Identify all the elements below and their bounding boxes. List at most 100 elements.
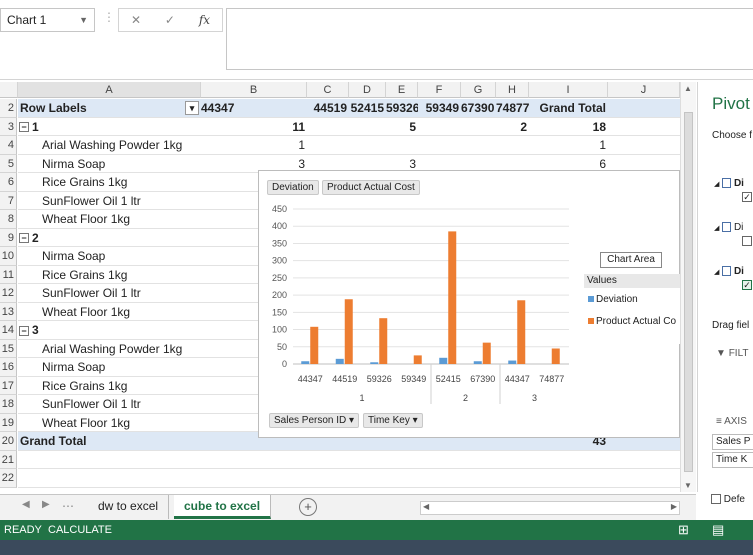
collapse-icon[interactable]: ◢ [714,225,719,232]
cell-g[interactable] [461,469,496,487]
cell-a[interactable]: SunFlower Oil 1 ltr [18,284,201,302]
cell-a[interactable]: Row Labels ▾ [18,99,201,117]
cell-h[interactable]: 2 [496,118,529,136]
cell-a[interactable]: Arial Washing Powder 1kg [18,136,201,154]
cell-e[interactable] [386,469,418,487]
cell-f[interactable] [418,118,461,136]
cell-c[interactable]: 44519 [307,99,349,117]
cell-a[interactable]: Wheat Floor 1kg [18,414,201,432]
scroll-thumb[interactable] [684,112,693,472]
cell-a[interactable]: Grand Total [18,432,201,450]
field-row-1[interactable]: ◢ Di [714,178,744,189]
tab-dw-to-excel[interactable]: dw to excel [88,495,170,519]
row-header[interactable]: 16 [0,358,17,377]
cell-i[interactable]: 18 [529,118,608,136]
cell-a[interactable]: Wheat Floor 1kg [18,210,201,228]
column-header-b[interactable]: B [201,82,307,98]
column-header-i[interactable]: I [529,82,608,98]
field-checkbox-3[interactable]: ✓ [742,280,752,290]
row-header[interactable]: 4 [0,136,17,155]
column-header-f[interactable]: F [418,82,461,98]
cell-d[interactable] [349,451,386,469]
cell-a[interactable]: Rice Grains 1kg [18,377,201,395]
scroll-down-icon[interactable]: ▼ [684,481,692,490]
cell-d[interactable] [349,136,386,154]
cell-c[interactable] [307,118,349,136]
normal-view-icon[interactable]: ⊞ [678,520,689,540]
cell-h[interactable] [496,451,529,469]
row-header[interactable]: 18 [0,395,17,414]
row-header[interactable]: 20 [0,432,17,451]
defer-checkbox[interactable] [711,494,721,505]
field-row-2[interactable]: ◢ Di [714,222,743,233]
collapse-button-icon[interactable]: − [19,325,29,336]
row-header[interactable]: 8 [0,210,17,229]
cell-e[interactable] [386,451,418,469]
add-sheet-button[interactable]: + [299,498,317,516]
cell-h[interactable] [496,136,529,154]
vertical-scrollbar[interactable]: ▲ ▼ [680,82,696,492]
cell-c[interactable] [307,451,349,469]
row-header[interactable]: 9 [0,228,17,247]
row-header[interactable]: 2 [0,99,17,118]
name-box-dropdown-icon[interactable]: ▼ [79,9,88,31]
cell-a[interactable]: Nirma Soap [18,358,201,376]
axis-item-2[interactable]: Time K [712,452,753,468]
column-header-c[interactable]: C [307,82,349,98]
cell-a[interactable]: −3 [18,321,201,339]
cell-a[interactable]: Arial Washing Powder 1kg [18,340,201,358]
row-header[interactable]: 13 [0,302,17,321]
cell-b[interactable] [201,451,307,469]
status-calculate[interactable]: CALCULATE [48,520,112,540]
cell-a[interactable]: Rice Grains 1kg [18,173,201,191]
cell-b[interactable]: 44347 [201,99,307,117]
cell-a[interactable]: Nirma Soap [18,155,201,173]
field-checkbox-1[interactable]: ✓ [742,192,752,202]
cell-b[interactable]: 1 [201,136,307,154]
cell-c[interactable] [307,469,349,487]
chart-axis-field-button[interactable]: Sales Person ID ▾ [269,413,360,428]
cell-a[interactable]: SunFlower Oil 1 ltr [18,192,201,210]
collapse-icon[interactable]: ◢ [714,181,719,188]
cell-b[interactable] [201,469,307,487]
column-header-j[interactable]: J [608,82,680,98]
field-checkbox-2[interactable] [742,236,752,246]
cell-e[interactable]: 5 [386,118,418,136]
cell-a[interactable]: Wheat Floor 1kg [18,303,201,321]
select-all-corner[interactable] [0,82,18,98]
cell-h[interactable] [496,469,529,487]
column-header-d[interactable]: D [349,82,386,98]
defer-update-row[interactable]: Defe [711,494,745,505]
row-header[interactable]: 19 [0,413,17,432]
axis-item-1[interactable]: Sales P [712,434,753,450]
field-row-3[interactable]: ◢ Di [714,266,744,277]
formula-input[interactable] [226,8,753,70]
tab-cube-to-excel[interactable]: cube to excel [174,495,272,519]
chart-legend[interactable]: Values Deviation Product Actual Co [584,274,680,344]
collapse-button-icon[interactable]: − [19,122,29,133]
row-header[interactable]: 17 [0,376,17,395]
cell-c[interactable] [307,136,349,154]
cell-i[interactable] [529,451,608,469]
scroll-up-icon[interactable]: ▲ [684,84,692,93]
cell-e[interactable]: 59326 [386,99,418,117]
axis-field-dropdown-icon[interactable]: ▾ [346,415,354,426]
cancel-icon[interactable]: ✕ [131,13,141,27]
row-header[interactable]: 5 [0,154,17,173]
row-header[interactable]: 7 [0,191,17,210]
cell-a[interactable] [18,451,201,469]
cell-a[interactable]: Rice Grains 1kg [18,266,201,284]
row-header[interactable]: 14 [0,321,17,340]
cell-a[interactable]: −1 [18,118,201,136]
enter-icon[interactable]: ✓ [165,13,175,27]
cell-e[interactable] [386,136,418,154]
insert-function-icon[interactable]: fx [199,13,210,27]
cell-f[interactable] [418,469,461,487]
cell-d[interactable]: 52415 [349,99,386,117]
hscroll-right-icon[interactable]: ▶ [671,502,677,511]
row-header[interactable]: 22 [0,469,17,488]
axis-field-dropdown-icon[interactable]: ▾ [410,415,418,426]
cell-b[interactable]: 11 [201,118,307,136]
tab-scroll-left-icon[interactable]: ◀ [22,499,30,510]
cell-f[interactable]: 59349 [418,99,461,117]
